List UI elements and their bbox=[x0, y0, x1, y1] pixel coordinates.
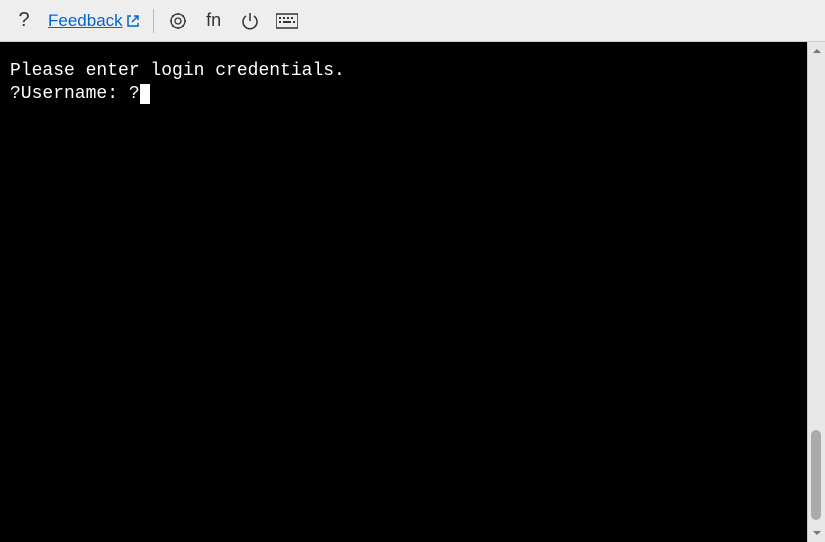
terminal-line-1: Please enter login credentials. bbox=[10, 60, 797, 83]
chevron-up-icon bbox=[812, 47, 822, 55]
feedback-label: Feedback bbox=[48, 11, 123, 31]
gear-icon bbox=[168, 11, 188, 31]
help-button[interactable]: ? bbox=[8, 5, 40, 37]
terminal-prompt: ?Username: ? bbox=[10, 84, 140, 104]
terminal-cursor bbox=[140, 84, 150, 104]
terminal[interactable]: Please enter login credentials.?Username… bbox=[0, 42, 807, 542]
power-button[interactable] bbox=[234, 5, 266, 37]
power-icon bbox=[240, 11, 260, 31]
keyboard-button[interactable] bbox=[270, 5, 304, 37]
keyboard-icon bbox=[276, 13, 298, 29]
terminal-container: Please enter login credentials.?Username… bbox=[0, 42, 825, 542]
scroll-down-arrow[interactable] bbox=[808, 524, 825, 542]
scrollbar[interactable] bbox=[807, 42, 825, 542]
external-link-icon bbox=[125, 13, 141, 29]
chevron-down-icon bbox=[812, 529, 822, 537]
fn-button[interactable]: fn bbox=[198, 5, 230, 37]
help-icon: ? bbox=[18, 9, 29, 32]
fn-label: fn bbox=[206, 10, 221, 31]
scroll-up-arrow[interactable] bbox=[808, 42, 825, 60]
toolbar-divider bbox=[153, 9, 154, 33]
scroll-track[interactable] bbox=[808, 60, 825, 524]
toolbar: ? Feedback fn bbox=[0, 0, 825, 42]
feedback-link[interactable]: Feedback bbox=[44, 5, 145, 37]
scroll-thumb[interactable] bbox=[811, 430, 821, 520]
settings-button[interactable] bbox=[162, 5, 194, 37]
